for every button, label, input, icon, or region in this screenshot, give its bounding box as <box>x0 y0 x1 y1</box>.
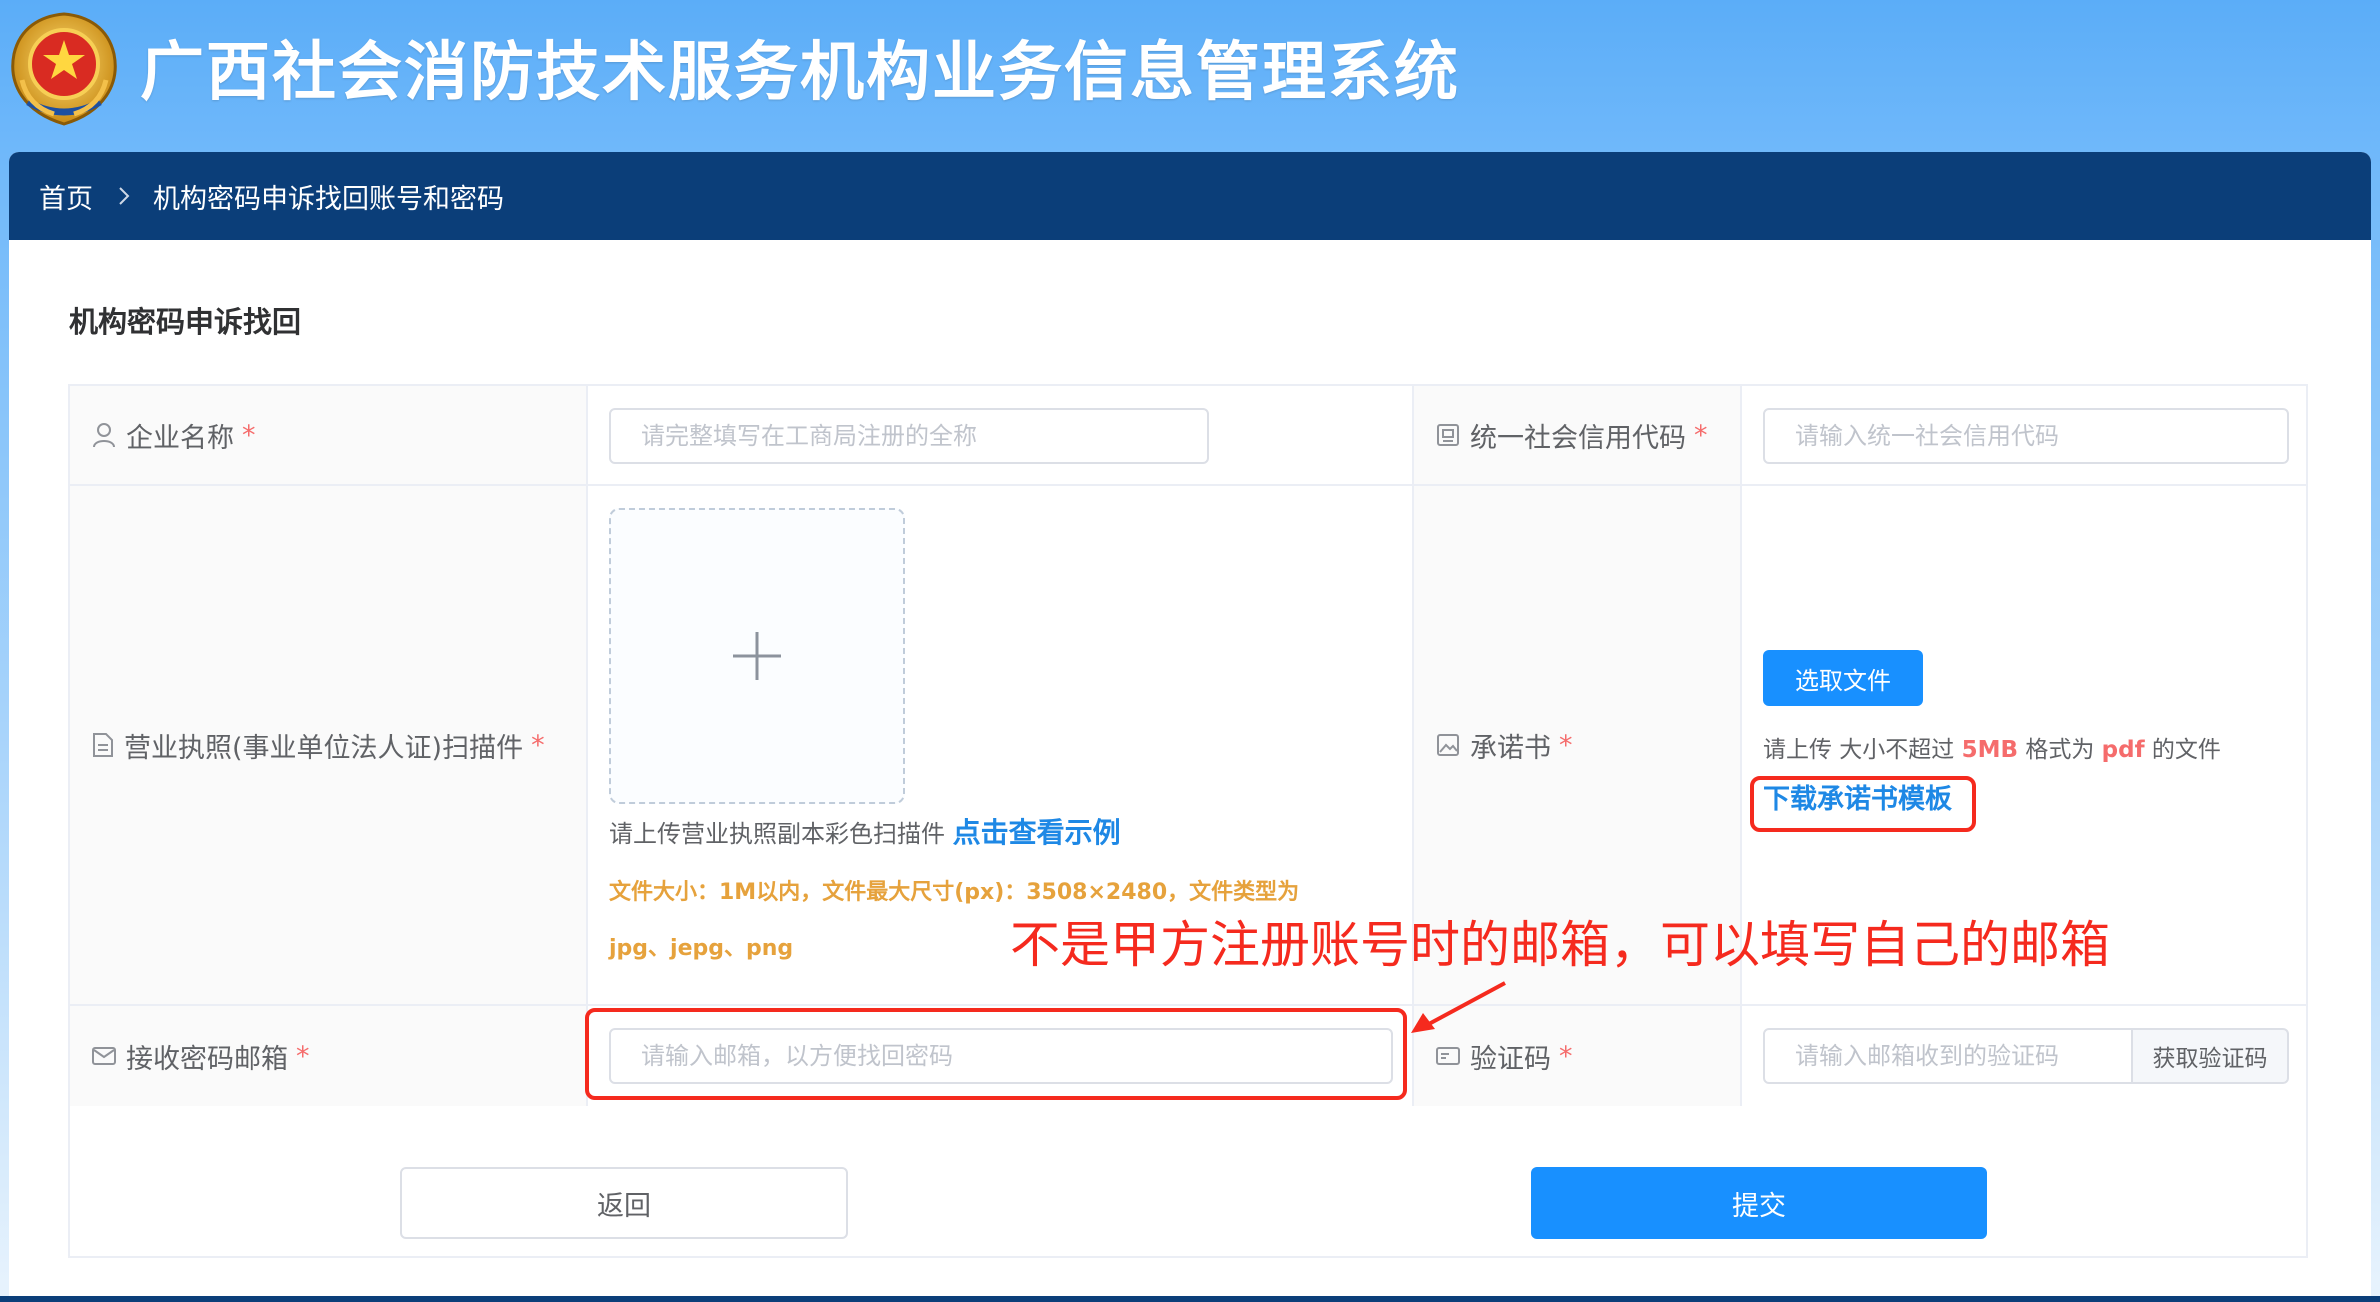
back-button[interactable]: 返回 <box>400 1167 848 1239</box>
plus-icon <box>733 632 781 680</box>
company-name-input[interactable] <box>609 408 1209 464</box>
license-type-hint: jpg、jepg、png <box>609 936 794 961</box>
mail-icon <box>92 1047 116 1065</box>
user-icon <box>93 423 115 448</box>
company-name-label-cell: 企业名称 * <box>70 386 588 486</box>
breadcrumb-bar: 首页 机构密码申诉找回账号和密码 <box>9 152 2371 240</box>
breadcrumb-current: 机构密码申诉找回账号和密码 <box>153 183 504 215</box>
bottom-border <box>0 1296 2380 1302</box>
get-captcha-button[interactable]: 获取验证码 <box>2131 1028 2289 1084</box>
license-label-cell: 营业执照(事业单位法人证)扫描件 * <box>70 486 588 1006</box>
license-label: 营业执照(事业单位法人证)扫描件 * <box>92 486 545 1004</box>
credit-code-input[interactable] <box>1763 408 2289 464</box>
license-upload-area[interactable] <box>609 508 905 804</box>
submit-button[interactable]: 提交 <box>1531 1167 1987 1239</box>
email-label-cell: 接收密码邮箱 * <box>70 1006 588 1106</box>
email-field-highlight <box>585 1008 1407 1100</box>
required-mark: * <box>1559 1040 1573 1072</box>
breadcrumb: 首页 机构密码申诉找回账号和密码 <box>39 152 504 240</box>
required-mark: * <box>1694 419 1708 451</box>
annotation-arrow-icon <box>1411 981 1506 1033</box>
commitment-upload-hint: 请上传 大小不超过 5MB 格式为 pdf 的文件 <box>1763 737 2221 763</box>
captcha-value-cell: 获取验证码 <box>1742 1006 2306 1106</box>
chevron-right-icon <box>119 187 130 205</box>
message-icon <box>1436 1047 1460 1065</box>
captcha-input[interactable] <box>1763 1028 2133 1084</box>
picture-icon <box>1437 734 1459 756</box>
required-mark: * <box>296 1040 310 1072</box>
company-name-value-cell <box>588 386 1414 486</box>
company-name-label: 企业名称 * <box>92 386 256 484</box>
section-title: 机构密码申诉找回 <box>69 305 302 339</box>
required-mark: * <box>531 729 545 761</box>
credit-code-label-cell: 统一社会信用代码 * <box>1414 386 1742 486</box>
annotation-text: 不是甲方注册账号时的邮箱，可以填写自己的邮箱 <box>1010 916 2110 974</box>
license-upload-hint: 请上传营业执照副本彩色扫描件 点击查看示例 <box>609 816 1121 849</box>
required-mark: * <box>242 419 256 451</box>
main-card: 首页 机构密码申诉找回账号和密码 机构密码申诉找回 企业名称 * 请完整填写在工… <box>9 152 2371 1302</box>
select-file-button[interactable]: 选取文件 <box>1763 650 1923 706</box>
credit-code-label: 统一社会信用代码 * <box>1436 386 1708 484</box>
license-size-hint: 文件大小：1M以内，文件最大尺寸(px)：3508×2480，文件类型为 <box>609 880 1300 905</box>
document-icon <box>93 733 113 757</box>
view-example-link[interactable]: 点击查看示例 <box>953 816 1121 849</box>
email-label: 接收密码邮箱 * <box>92 1006 310 1106</box>
app-title: 广西社会消防技术服务机构业务信息管理系统 <box>140 36 1460 110</box>
required-mark: * <box>1559 729 1573 761</box>
download-link-highlight <box>1750 776 1976 832</box>
id-card-icon <box>1437 424 1459 446</box>
app-header: 广西社会消防技术服务机构业务信息管理系统 <box>0 0 2380 150</box>
fire-rescue-emblem-icon <box>11 12 117 126</box>
breadcrumb-home-link[interactable]: 首页 <box>39 177 93 216</box>
credit-code-value-cell <box>1742 386 2306 486</box>
